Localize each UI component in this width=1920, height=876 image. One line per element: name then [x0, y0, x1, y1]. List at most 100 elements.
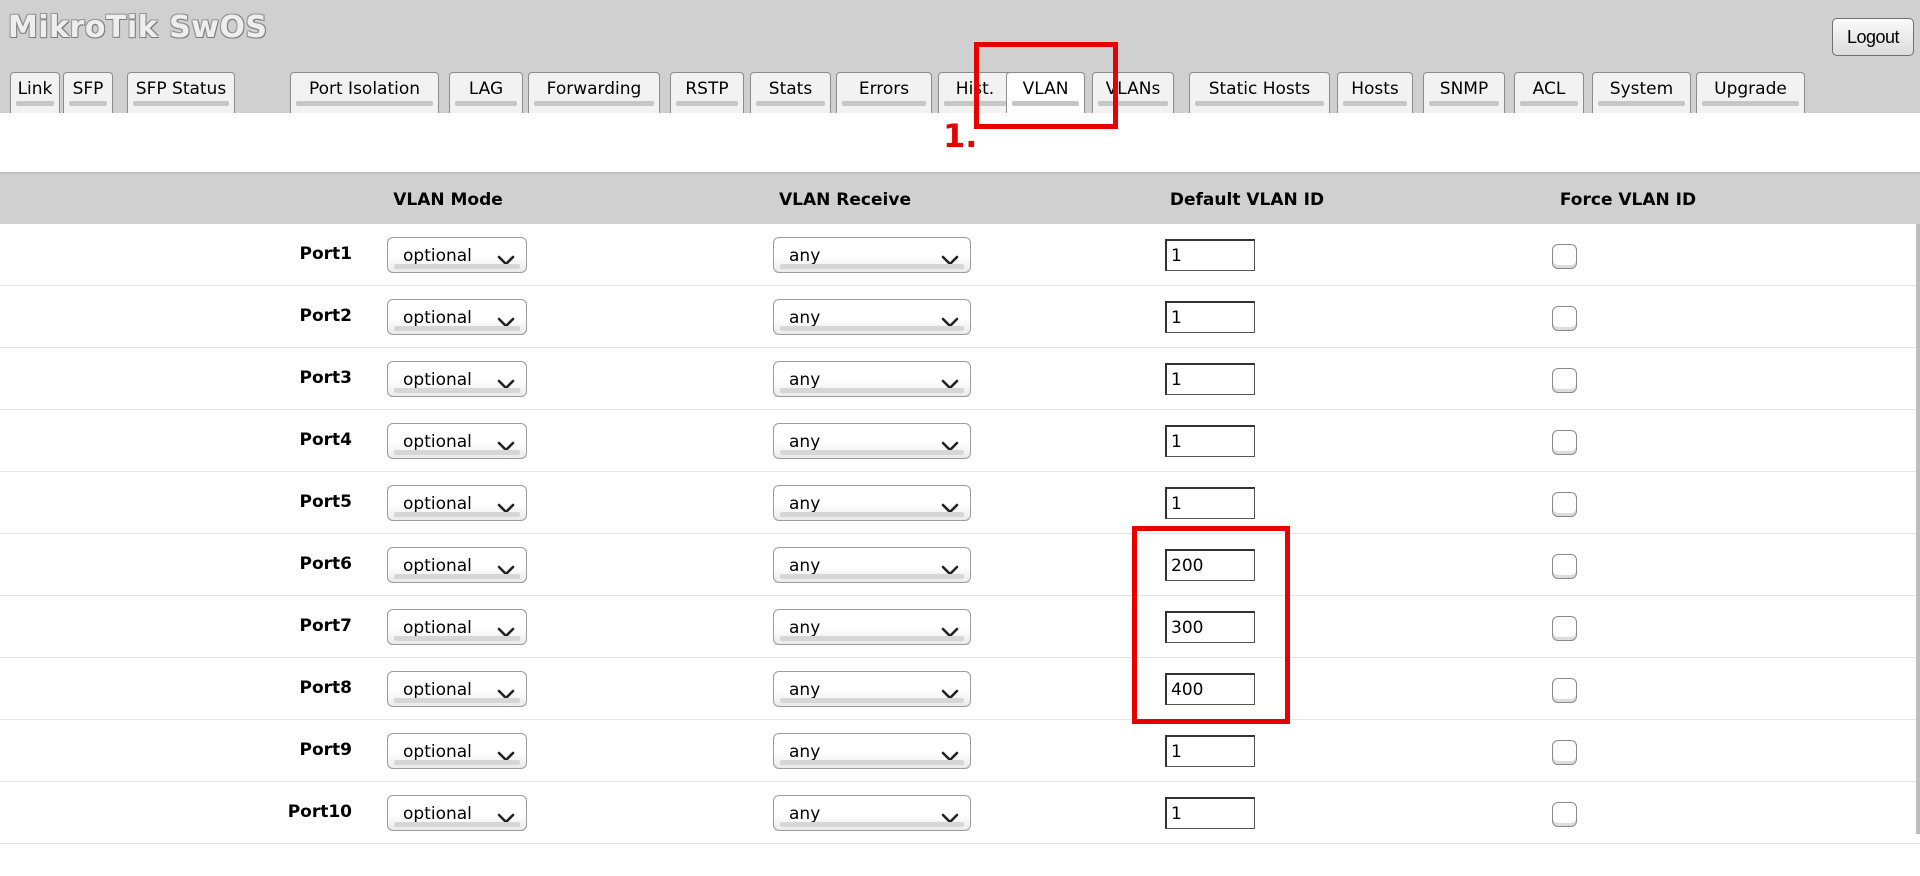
- tab-hist[interactable]: Hist.: [938, 72, 1012, 113]
- tab-forwarding[interactable]: Forwarding: [528, 72, 660, 113]
- vlan-receive-select[interactable]: any: [773, 609, 971, 645]
- default-vlan-id-input[interactable]: [1165, 735, 1255, 767]
- tab-vlan[interactable]: VLAN: [1006, 72, 1085, 113]
- vlan-mode-select[interactable]: optional: [387, 361, 527, 397]
- tab-upgrade[interactable]: Upgrade: [1696, 72, 1805, 113]
- vlan-mode-select[interactable]: optional: [387, 485, 527, 521]
- vlan-receive-select[interactable]: any: [773, 795, 971, 831]
- default-vlan-id-input[interactable]: [1165, 673, 1255, 705]
- vlan-receive-select[interactable]: any: [773, 361, 971, 397]
- tab-link[interactable]: Link: [10, 72, 60, 113]
- vlan-mode-value: optional: [403, 432, 472, 452]
- vlan-receive-value: any: [789, 618, 821, 638]
- column-header-vlan-receive: VLAN Receive: [779, 190, 911, 210]
- vlan-mode-value: optional: [403, 370, 472, 390]
- table-row: Port2 optional any: [0, 286, 1920, 348]
- force-vlan-id-checkbox[interactable]: [1552, 740, 1577, 765]
- chevron-down-icon: [941, 437, 959, 452]
- tab-hosts[interactable]: Hosts: [1337, 72, 1413, 113]
- table-row: Port6 optional any: [0, 534, 1920, 596]
- default-vlan-id-input[interactable]: [1165, 487, 1255, 519]
- chevron-down-icon: [941, 251, 959, 266]
- port-label: Port7: [299, 616, 352, 636]
- chevron-down-icon: [497, 685, 515, 700]
- vlan-mode-select[interactable]: optional: [387, 795, 527, 831]
- port-label: Port6: [299, 554, 352, 574]
- brand-logo: MikroTik SwOS: [8, 10, 268, 45]
- tab-stats[interactable]: Stats: [750, 72, 831, 113]
- vlan-receive-select[interactable]: any: [773, 423, 971, 459]
- force-vlan-id-checkbox[interactable]: [1552, 306, 1577, 331]
- vlan-mode-select[interactable]: optional: [387, 423, 527, 459]
- force-vlan-id-checkbox[interactable]: [1552, 802, 1577, 827]
- tab-snmp[interactable]: SNMP: [1423, 72, 1505, 113]
- force-vlan-id-checkbox[interactable]: [1552, 678, 1577, 703]
- port-label: Port9: [299, 740, 352, 760]
- table-row: Port1 optional any: [0, 224, 1920, 286]
- port-label: Port10: [287, 802, 352, 822]
- force-vlan-id-checkbox[interactable]: [1552, 430, 1577, 455]
- force-vlan-id-checkbox[interactable]: [1552, 368, 1577, 393]
- tab-vlans[interactable]: VLANs: [1092, 72, 1174, 113]
- tab-rstp[interactable]: RSTP: [670, 72, 744, 113]
- chevron-down-icon: [497, 499, 515, 514]
- table-row: Port4 optional any: [0, 410, 1920, 472]
- column-header-vlan-mode: VLAN Mode: [393, 190, 503, 210]
- default-vlan-id-input[interactable]: [1165, 611, 1255, 643]
- vlan-receive-value: any: [789, 494, 821, 514]
- chevron-down-icon: [941, 747, 959, 762]
- vlan-mode-select[interactable]: optional: [387, 671, 527, 707]
- vlan-receive-select[interactable]: any: [773, 237, 971, 273]
- default-vlan-id-input[interactable]: [1165, 549, 1255, 581]
- chevron-down-icon: [941, 623, 959, 638]
- vlan-receive-select[interactable]: any: [773, 299, 971, 335]
- tab-sfp-status[interactable]: SFP Status: [127, 72, 235, 113]
- tab-acl[interactable]: ACL: [1514, 72, 1584, 113]
- force-vlan-id-checkbox[interactable]: [1552, 616, 1577, 641]
- default-vlan-id-input[interactable]: [1165, 239, 1255, 271]
- vlan-mode-value: optional: [403, 556, 472, 576]
- vlan-receive-select[interactable]: any: [773, 733, 971, 769]
- vlan-receive-value: any: [789, 432, 821, 452]
- chevron-down-icon: [941, 499, 959, 514]
- tab-errors[interactable]: Errors: [836, 72, 932, 113]
- vlan-mode-value: optional: [403, 494, 472, 514]
- port-label: Port8: [299, 678, 352, 698]
- vlan-mode-select[interactable]: optional: [387, 609, 527, 645]
- force-vlan-id-checkbox[interactable]: [1552, 244, 1577, 269]
- chevron-down-icon: [497, 437, 515, 452]
- default-vlan-id-input[interactable]: [1165, 301, 1255, 333]
- table-row: Port7 optional any: [0, 596, 1920, 658]
- tab-sfp[interactable]: SFP: [63, 72, 113, 113]
- vlan-receive-select[interactable]: any: [773, 547, 971, 583]
- tab-static-hosts[interactable]: Static Hosts: [1189, 72, 1330, 113]
- vlan-receive-select[interactable]: any: [773, 671, 971, 707]
- vlan-receive-select[interactable]: any: [773, 485, 971, 521]
- vlan-mode-value: optional: [403, 308, 472, 328]
- default-vlan-id-input[interactable]: [1165, 425, 1255, 457]
- header-bar: MikroTik SwOS Logout Link SFP SFP Status Po…: [0, 0, 1920, 113]
- vlan-mode-select[interactable]: optional: [387, 733, 527, 769]
- vlan-mode-select[interactable]: optional: [387, 299, 527, 335]
- tab-port-isolation[interactable]: Port Isolation: [290, 72, 439, 113]
- default-vlan-id-input[interactable]: [1165, 363, 1255, 395]
- vlan-mode-value: optional: [403, 246, 472, 266]
- tab-system[interactable]: System: [1592, 72, 1691, 113]
- table-header: VLAN Mode VLAN Receive Default VLAN ID F…: [0, 172, 1920, 224]
- vlan-receive-value: any: [789, 370, 821, 390]
- force-vlan-id-checkbox[interactable]: [1552, 492, 1577, 517]
- default-vlan-id-input[interactable]: [1165, 797, 1255, 829]
- force-vlan-id-checkbox[interactable]: [1552, 554, 1577, 579]
- chevron-down-icon: [497, 313, 515, 328]
- vlan-mode-value: optional: [403, 680, 472, 700]
- vlan-mode-select[interactable]: optional: [387, 547, 527, 583]
- vlan-receive-value: any: [789, 308, 821, 328]
- vlan-mode-value: optional: [403, 804, 472, 824]
- vlan-mode-select[interactable]: optional: [387, 237, 527, 273]
- column-header-default-vlan-id: Default VLAN ID: [1169, 190, 1325, 210]
- chevron-down-icon: [497, 375, 515, 390]
- logout-button[interactable]: Logout: [1832, 18, 1914, 56]
- scrollbar[interactable]: [1916, 224, 1920, 834]
- chevron-down-icon: [497, 561, 515, 576]
- tab-lag[interactable]: LAG: [449, 72, 523, 113]
